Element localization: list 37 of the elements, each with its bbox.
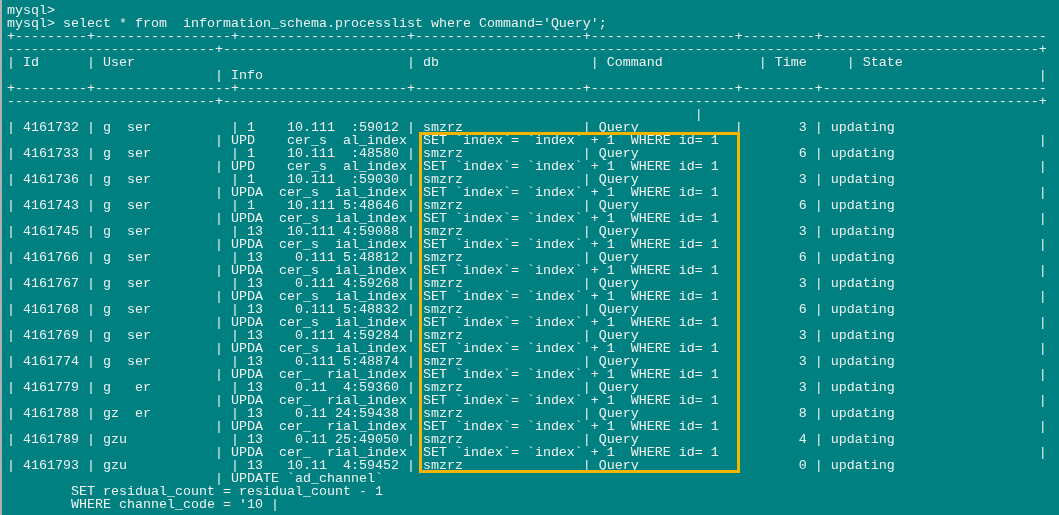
terminal-line: --------------------------+------------------------------------------------------------------------------------------------------+	[7, 94, 1047, 108]
terminal-line: | 4161743 | g ser | 1 10.111 5:48646 | smzrz | Query 6 | updating	[7, 198, 895, 212]
terminal-line: | UPDA cer_s ial_index SET `index`= `index` + 1 WHERE id= 1 |	[213, 341, 1047, 355]
terminal-line: | UPDA cer_ rial_index SET `index`= `index` + 1 WHERE id= 1 |	[213, 367, 1047, 381]
terminal-line: |	[693, 107, 703, 121]
terminal-line: | 4161733 | g ser | 1 10.111 :48580 | smzrz | Query 6 | updating	[7, 146, 895, 160]
terminal-line: | Info |	[213, 68, 1047, 82]
terminal-line: | UPDA cer_s ial_index SET `index`= `index` + 1 WHERE id= 1 |	[213, 289, 1047, 303]
terminal-line: | 4161736 | g ser | 1 10.111 :59030 | smzrz | Query 3 | updating	[7, 172, 895, 186]
terminal-line: +---------+-----------------+---------------------+---------------------+------------------+---------+----------------------------	[7, 29, 1047, 43]
terminal-line: | UPDA cer_s ial_index SET `index`= `index` + 1 WHERE id= 1 |	[213, 185, 1047, 199]
terminal-line: mysql>	[7, 3, 55, 17]
terminal-line: | UPDATE `ad_channel`	[213, 471, 383, 485]
terminal-line: | UPDA cer_ rial_index SET `index`= `index` + 1 WHERE id= 1 |	[213, 419, 1047, 433]
terminal-line: | UPD cer_s al_index SET `index`= `index` + 1 WHERE id= 1 |	[213, 133, 1047, 147]
terminal-line: | UPDA cer_ rial_index SET `index`= `index` + 1 WHERE id= 1 |	[213, 393, 1047, 407]
terminal-line: | UPDA cer_s ial_index SET `index`= `index` + 1 WHERE id= 1 |	[213, 211, 1047, 225]
terminal-line: | 4161789 | gzu | 13 0.11 25:49050 | smzrz | Query 4 | updating	[7, 432, 895, 446]
terminal-line: | 4161768 | g ser | 13 0.111 5:48832 | smzrz | Query 6 | updating	[7, 302, 895, 316]
terminal-line: | 4161745 | g ser | 13 10.111 4:59088 | smzrz | Query 3 | updating	[7, 224, 895, 238]
terminal-line: | 4161766 | g ser | 13 0.111 5:48812 | smzrz | Query 6 | updating	[7, 250, 895, 264]
terminal-line: | UPDA cer_s ial_index SET `index`= `index` + 1 WHERE id= 1 |	[213, 263, 1047, 277]
terminal-line: | Id | User | db | Command | Time | State	[7, 55, 903, 69]
terminal-line: | UPDA cer_s ial_index SET `index`= `index` + 1 WHERE id= 1 |	[213, 237, 1047, 251]
terminal-line: SET residual_count = residual_count - 1	[70, 484, 383, 498]
terminal-line: --------------------------+------------------------------------------------------------------------------------------------------+	[7, 42, 1047, 56]
terminal-line: | UPD cer_s al_index SET `index`= `index` + 1 WHERE id= 1 |	[213, 159, 1047, 173]
terminal-line: | UPDA cer_ rial_index SET `index`= `index` + 1 WHERE id= 1 |	[213, 445, 1047, 459]
terminal-line: | UPDA cer_s ial_index SET `index`= `index` + 1 WHERE id= 1 |	[213, 315, 1047, 329]
terminal-line: | 4161774 | g ser | 13 0.111 5:48874 | smzrz | Query 3 | updating	[7, 354, 895, 368]
terminal-line: | 4161779 | g er | 13 0.11 4:59360 | smzrz | Query 3 | updating	[7, 380, 895, 394]
terminal-line: | 4161788 | gz er | 13 0.11 24:59438 | smzrz | Query 8 | updating	[7, 406, 895, 420]
terminal-line: mysql> select * from information_schema.processlist where Command='Query';	[7, 16, 607, 30]
terminal-line: | 4161767 | g ser | 13 0.111 4:59268 | smzrz | Query 3 | updating	[7, 276, 895, 290]
terminal-line: WHERE channel_code = '10 |	[70, 497, 279, 511]
terminal-line: | 4161769 | g ser | 13 0.111 4:59284 | smzrz | Query 3 | updating	[7, 328, 895, 342]
terminal-line: +---------+-----------------+---------------------+---------------------+------------------+---------+----------------------------	[7, 81, 1047, 95]
